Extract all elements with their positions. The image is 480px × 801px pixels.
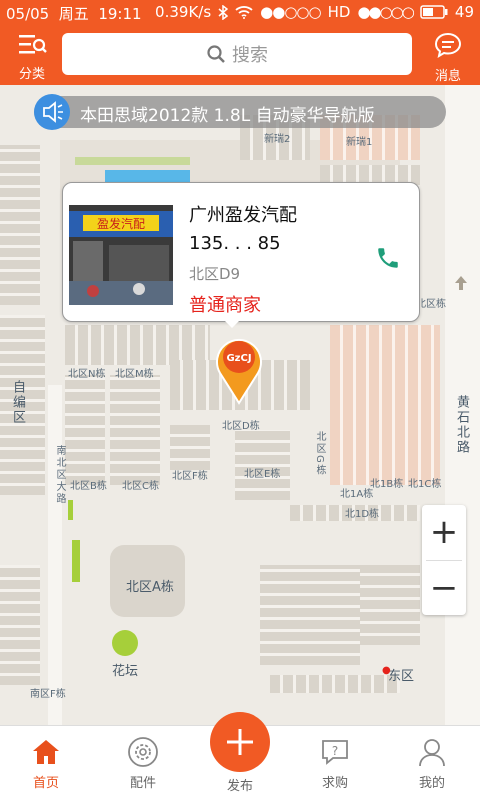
svg-text:?: ? (332, 744, 338, 758)
shop-name: 广州盈发汽配 (189, 205, 297, 226)
notice-banner[interactable]: 本田思域2012款 1.8L 自动豪华导航版 (34, 94, 446, 130)
shop-photo: 盈发汽配 (69, 205, 173, 305)
status-weekday: 周五 (58, 5, 89, 23)
card-pointer (223, 319, 241, 328)
shop-info-card[interactable]: 盈发汽配 广州盈发汽配 135. . . 85 北区D9 普通商家 (62, 182, 420, 328)
map-block (330, 325, 440, 485)
gear-icon (128, 737, 158, 767)
map-label: 花坛 (112, 664, 139, 679)
map-block (65, 325, 210, 365)
map-label: 北区E栋 (244, 469, 281, 480)
map-label: 北区M栋 (115, 369, 154, 380)
tab-parts-label: 配件 (129, 776, 156, 791)
tab-wanted-label: 求购 (321, 776, 348, 791)
map-dot: ● (382, 665, 391, 676)
shop-location-pin[interactable]: GzCJ (212, 333, 266, 405)
map-label: 北区D栋 (222, 421, 260, 432)
search-icon (207, 45, 225, 63)
bottom-tab-bar: 首页 配件 发布 ? 求购 我的 (0, 712, 480, 801)
home-icon (33, 740, 59, 764)
map-label: 南北区大路 (54, 445, 65, 505)
tab-wanted[interactable]: ? 求购 (305, 736, 365, 791)
map-block (105, 170, 190, 182)
publish-button[interactable] (210, 712, 270, 772)
notice-text: 本田思域2012款 1.8L 自动豪华导航版 (80, 106, 375, 126)
phone-icon[interactable] (375, 245, 401, 271)
messages-label: 消息 (434, 69, 461, 84)
map-label: 北1A栋 (340, 489, 374, 500)
signal-bars-icon: ●●○○○ (357, 3, 414, 21)
map-block (110, 375, 160, 485)
tab-mine[interactable]: 我的 (402, 736, 462, 791)
network-type: HD (327, 3, 351, 21)
map-label: 东区 (388, 669, 415, 684)
tab-home-label: 首页 (32, 776, 59, 791)
market-map[interactable]: 新瑞2 新瑞1 北区N栋 北区M栋 北区D栋 北区E栋 北区F栋 北区B栋 北区… (0, 85, 480, 725)
zoom-out-button[interactable]: − (422, 561, 466, 615)
app-header: 分类 搜索 消息 (0, 25, 480, 85)
map-block (270, 675, 400, 693)
wifi-icon (235, 6, 253, 19)
map-block (0, 145, 40, 305)
category-label: 分类 (18, 67, 45, 82)
tab-mine-label: 我的 (418, 776, 445, 791)
map-label: 新瑞1 (346, 137, 373, 148)
map-label: 北区A栋 (126, 580, 174, 595)
bluetooth-icon (218, 4, 229, 20)
map-label: 北区F栋 (172, 471, 208, 482)
north-arrow-icon (455, 276, 467, 290)
map-label: 北区G栋 (314, 431, 325, 477)
tab-publish-label: 发布 (226, 779, 253, 794)
status-date: 05/05 (6, 5, 50, 23)
search-input[interactable]: 搜索 (62, 33, 412, 75)
status-bar: 05/05 周五 19:11 0.39K/s ●●○○○ HD ●●○○○ 49 (0, 0, 480, 25)
map-block (75, 157, 190, 165)
chat-bubble-icon (434, 32, 462, 59)
battery-icon (420, 5, 448, 19)
user-icon (419, 739, 445, 767)
map-block (112, 630, 138, 656)
map-label: 北区栋 (416, 299, 446, 310)
zoom-controls: + − (422, 505, 466, 615)
map-block (65, 375, 105, 485)
map-block (300, 565, 360, 665)
map-block (360, 565, 420, 645)
status-time: 19:11 (98, 5, 142, 23)
map-label: 北1B栋 (370, 479, 404, 490)
map-label: 北1D栋 (345, 509, 380, 520)
shop-location: 北区D9 (189, 265, 241, 283)
zoom-in-button[interactable]: + (422, 505, 466, 559)
map-label: 北区B栋 (70, 481, 107, 492)
map-block (0, 565, 40, 685)
map-block (260, 565, 300, 665)
speaker-icon (34, 94, 70, 130)
tab-home[interactable]: 首页 (16, 736, 76, 791)
category-list-icon (19, 35, 47, 54)
map-label: 自编区 (10, 380, 25, 425)
question-chat-icon: ? (322, 740, 348, 765)
svg-text:盈发汽配: 盈发汽配 (97, 216, 145, 231)
map-label: 北区N栋 (68, 369, 106, 380)
battery-level: 49 (454, 3, 474, 21)
svg-text:GzCJ: GzCJ (226, 353, 251, 364)
shop-phone: 135. . . 85 (189, 233, 281, 254)
map-block (170, 425, 210, 470)
tab-parts[interactable]: 配件 (113, 736, 173, 791)
map-label: 黄石北路 (454, 395, 469, 455)
map-label: 北区C栋 (122, 481, 159, 492)
search-placeholder: 搜索 (232, 45, 268, 66)
map-block (68, 500, 73, 520)
plus-icon (227, 729, 253, 755)
map-road (48, 385, 62, 725)
network-speed: 0.39K/s (155, 3, 212, 21)
map-label: 北1C栋 (408, 479, 442, 490)
map-label: 新瑞2 (264, 134, 291, 145)
shop-type: 普通商家 (189, 295, 261, 316)
map-block (72, 540, 80, 582)
messages-button[interactable]: 消息 (426, 31, 470, 84)
map-label: 南区F栋 (30, 689, 66, 700)
signal-dots-icon: ●●○○○ (260, 3, 321, 21)
category-button[interactable]: 分类 (10, 31, 54, 82)
